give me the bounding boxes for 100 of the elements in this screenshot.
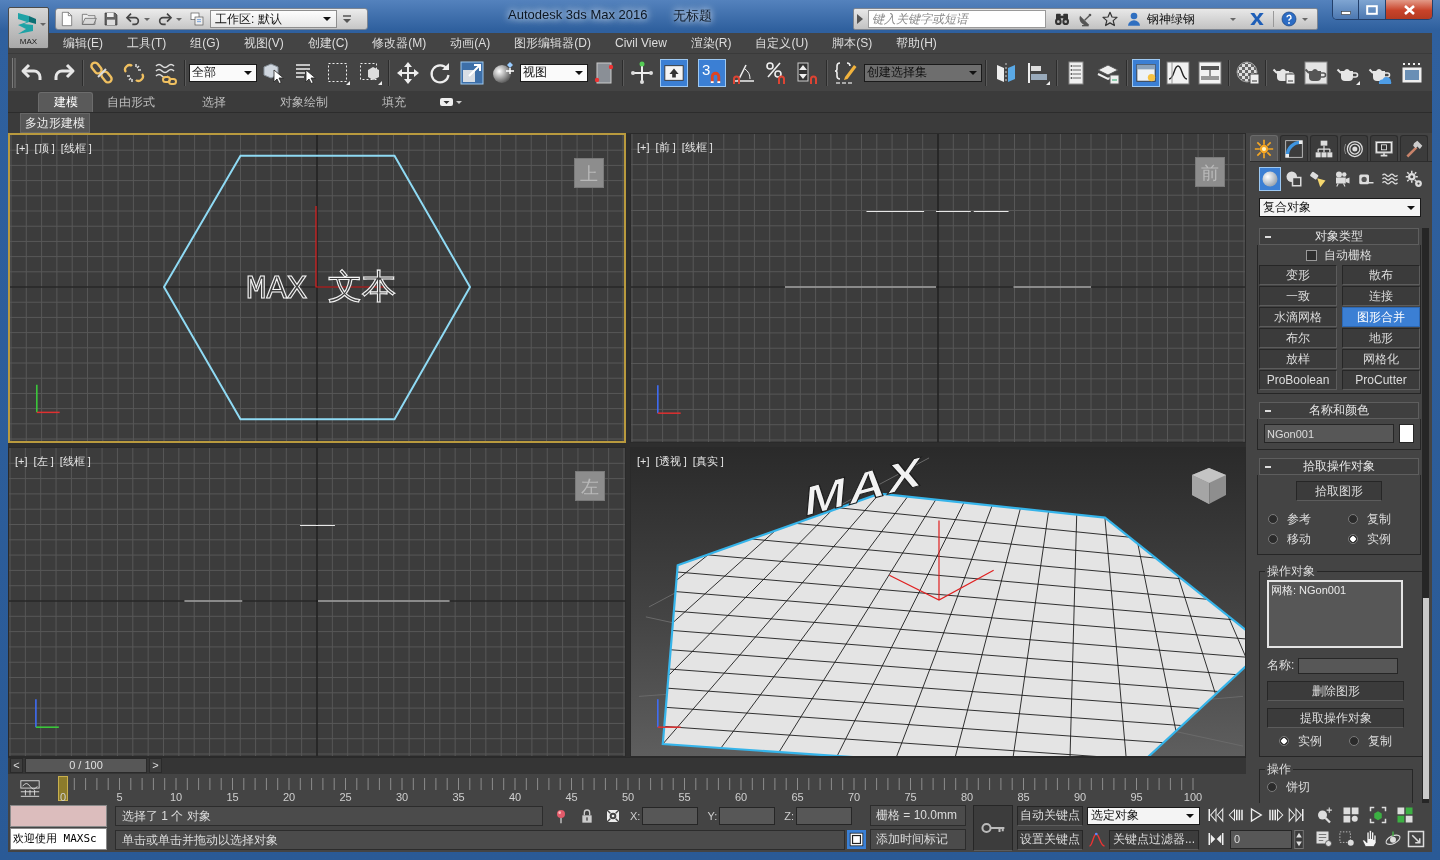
workspace-dropdown[interactable]: 工作区: 默认 — [210, 10, 337, 28]
command-panel-tab[interactable] — [1340, 135, 1368, 161]
caret-icon[interactable] — [1301, 15, 1309, 23]
menu-item[interactable]: 自定义(U) — [755, 34, 809, 52]
next-frame-button[interactable]: > — [149, 758, 162, 773]
object-name-field[interactable]: NGon001 — [1264, 424, 1394, 443]
auto-key-button[interactable]: 自动关键点 — [1017, 805, 1083, 826]
minimize-button[interactable] — [1333, 0, 1359, 19]
star-icon[interactable] — [1102, 11, 1118, 27]
new-file-icon[interactable] — [59, 11, 75, 27]
ribbon-tab[interactable]: 建模 — [38, 92, 93, 112]
dashed-square-cube-icon[interactable] — [358, 60, 382, 85]
search-field[interactable]: 键入关键字或短语 — [868, 10, 1046, 28]
object-type-button[interactable]: 地形 — [1342, 328, 1420, 348]
list-item[interactable]: 网格: NGon001 — [1271, 583, 1399, 598]
menu-item[interactable]: 帮助(H) — [896, 34, 937, 52]
operand-list[interactable]: 网格: NGon001 — [1267, 580, 1403, 648]
redo-icon[interactable] — [157, 11, 173, 27]
current-frame-field[interactable]: 0 — [1230, 829, 1292, 849]
curve-ruler-icon[interactable] — [19, 778, 41, 800]
menu-item[interactable]: Civil View — [615, 36, 667, 50]
menu-item[interactable]: 动画(A) — [450, 34, 491, 52]
braces-pencil-icon[interactable] — [834, 60, 858, 85]
object-type-button[interactable]: ProCutter — [1342, 370, 1420, 390]
viewport-label[interactable]: [真实 ] — [692, 454, 724, 468]
viewport-label[interactable]: [顶 ] — [34, 141, 55, 155]
coordinate-field[interactable] — [796, 806, 852, 825]
binoculars-icon[interactable] — [1054, 11, 1070, 27]
object-category-dropdown[interactable]: 复合对象 — [1259, 198, 1421, 217]
object-type-button[interactable]: 布尔 — [1259, 328, 1337, 348]
viewport-label[interactable]: [+] — [637, 140, 650, 154]
swatch-icon[interactable] — [1399, 424, 1414, 443]
radio-button[interactable] — [1349, 736, 1359, 746]
diagonal-arrow-box-icon[interactable] — [1407, 830, 1425, 848]
command-panel-tab[interactable] — [1310, 135, 1338, 161]
coordinate-field[interactable] — [719, 806, 776, 825]
pick-shape-button[interactable]: 拾取图形 — [1296, 481, 1382, 501]
nested-squares-icon[interactable] — [847, 830, 866, 849]
menu-item[interactable]: 工具(T) — [127, 34, 167, 52]
panel-dots-icon[interactable] — [592, 60, 616, 85]
viewport-label[interactable]: [透视 ] — [655, 454, 687, 468]
radio-button[interactable] — [1267, 782, 1277, 792]
time-slider-track[interactable]: < 0 / 100 > — [8, 757, 1246, 774]
set-keys-button[interactable]: 设置关键点 — [1017, 829, 1083, 850]
previous-frame-icon[interactable] — [1227, 806, 1245, 824]
menu-item[interactable]: 修改器(M) — [372, 34, 427, 52]
expand-arrow-icon[interactable] — [856, 13, 864, 25]
four-way-arrows-icon[interactable] — [396, 60, 420, 85]
viewport-label[interactable]: [线框 ] — [59, 454, 91, 468]
scrollbar-thumb[interactable] — [1423, 598, 1429, 799]
four-squares-icon[interactable] — [1396, 806, 1414, 824]
viewport-label[interactable]: [线框 ] — [60, 141, 92, 155]
save-icon[interactable] — [103, 11, 119, 27]
picture-frame-icon[interactable] — [1400, 60, 1424, 85]
selection-filter-dropdown[interactable]: 全部 — [189, 63, 257, 82]
radio-button[interactable] — [1348, 534, 1358, 544]
menu-item[interactable]: 编辑(E) — [63, 34, 103, 52]
corner-brackets-icon[interactable] — [1369, 806, 1387, 824]
listener-input-field[interactable] — [10, 805, 107, 827]
satellite-dish-icon[interactable] — [1078, 11, 1094, 27]
snap-toggle[interactable]: 3 — [698, 58, 726, 87]
object-type-button[interactable]: 图形合并 — [1342, 307, 1420, 327]
mirror-icon[interactable] — [994, 60, 1018, 85]
x-logo-icon[interactable] — [1249, 11, 1265, 27]
object-type-button[interactable]: ProBoolean — [1259, 370, 1337, 390]
caret-icon[interactable] — [175, 15, 183, 23]
rollout-header[interactable]: 名称和颜色 — [1259, 402, 1419, 419]
dashed-rectangle-icon[interactable] — [326, 60, 350, 85]
stacked-bars-icon[interactable] — [1198, 60, 1222, 85]
lock-icon[interactable] — [579, 807, 595, 824]
ribbon-tab[interactable]: 对象绘制 — [259, 92, 349, 112]
menu-item[interactable]: 渲染(R) — [690, 34, 732, 52]
ribbon-tab[interactable]: 自由形式 — [93, 92, 169, 112]
bars-triangles-icon[interactable] — [1207, 830, 1225, 848]
sphere-cursor-icon[interactable] — [492, 60, 516, 85]
command-panel-tab[interactable] — [1370, 135, 1398, 161]
menu-item[interactable]: 脚本(S) — [832, 34, 873, 52]
listener-output[interactable]: 欢迎使用 MAXSc — [10, 828, 107, 850]
operand-button[interactable]: 删除图形 — [1267, 681, 1404, 701]
viewport-label[interactable]: [前 ] — [655, 140, 676, 154]
application-button[interactable]: MAX — [8, 7, 49, 49]
ribbon-tab[interactable]: 选择 — [169, 92, 259, 112]
go-to-start-icon[interactable] — [1207, 806, 1225, 824]
command-panel-tab[interactable] — [1400, 135, 1428, 161]
menu-item[interactable]: 组(G) — [190, 34, 220, 52]
command-panel-tab[interactable] — [1280, 135, 1308, 161]
viewport[interactable]: [+] [透视 ] [真实 ] MAX — [630, 447, 1246, 757]
radio-button[interactable] — [1268, 534, 1278, 544]
bar-caret-icon[interactable] — [341, 13, 353, 25]
radio-button[interactable] — [1268, 514, 1278, 524]
spinner-arrows-icon[interactable] — [1294, 829, 1304, 849]
close-button[interactable] — [1386, 0, 1432, 19]
percent-magnet-icon[interactable] — [764, 60, 788, 85]
object-type-button[interactable]: 放样 — [1259, 349, 1337, 369]
viewport-label[interactable]: [+] — [637, 454, 650, 468]
dashed-square-lens-icon[interactable] — [1338, 830, 1356, 848]
page-lens-icon[interactable] — [1315, 830, 1333, 848]
teapot-window-icon[interactable] — [1304, 60, 1328, 85]
menu-item[interactable]: 视图(V) — [243, 34, 284, 52]
rollout-header[interactable]: 拾取操作对象 — [1259, 458, 1419, 475]
